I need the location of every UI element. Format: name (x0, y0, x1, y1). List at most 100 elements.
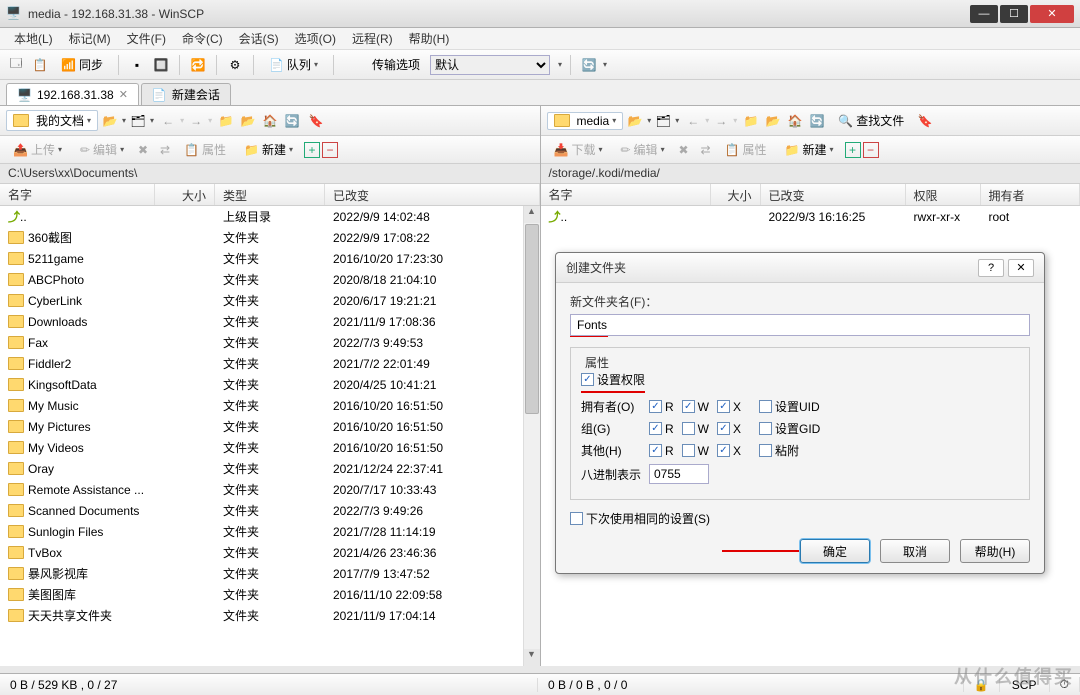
close-tab-icon[interactable]: ✕ (119, 88, 128, 101)
col-owner[interactable]: 拥有者 (981, 184, 1080, 205)
set-permissions-checkbox[interactable] (581, 373, 594, 386)
parent-dir-row[interactable]: ⤴ .. 上级目录 2022/9/9 14:02:48 (0, 206, 540, 227)
delete-icon[interactable]: ✖ (674, 140, 694, 160)
forward-icon[interactable]: → (186, 111, 206, 131)
col-size[interactable]: 大小 (155, 184, 215, 205)
menu-file[interactable]: 文件(F) (119, 28, 174, 49)
home-folder-icon[interactable]: 📂 (238, 111, 258, 131)
rename-icon[interactable]: ⇄ (155, 140, 175, 160)
delete-icon[interactable]: ✖ (133, 140, 153, 160)
new-button[interactable]: 📁 新建 ▾ (778, 138, 841, 161)
new-session-icon[interactable]: 🗔 (6, 55, 26, 75)
file-row[interactable]: 美图图库文件夹2016/11/10 22:09:58 (0, 584, 540, 605)
terminal-icon[interactable]: ▪ (127, 55, 147, 75)
owner-r-checkbox[interactable] (649, 400, 662, 413)
sticky-checkbox[interactable] (759, 444, 772, 457)
group-x-checkbox[interactable] (717, 422, 730, 435)
bookmark-icon[interactable]: 🔖 (306, 111, 326, 131)
props-button[interactable]: 📋 属性 (177, 138, 233, 161)
upload-button[interactable]: 📤 上传 ▾ (6, 138, 69, 161)
up-dir-icon[interactable]: 📂 (625, 111, 645, 131)
setuid-checkbox[interactable] (759, 400, 772, 413)
reuse-settings-checkbox[interactable] (570, 512, 583, 525)
menu-remote[interactable]: 远程(R) (344, 28, 401, 49)
sync-browse-icon[interactable]: 🔁 (188, 55, 208, 75)
file-row[interactable]: Fax文件夹2022/7/3 9:49:53 (0, 332, 540, 353)
menu-local[interactable]: 本地(L) (6, 28, 61, 49)
plus-icon[interactable]: + (304, 142, 320, 158)
bookmark-icon[interactable]: 🔖 (915, 111, 935, 131)
group-r-checkbox[interactable] (649, 422, 662, 435)
parent-dir-row[interactable]: ⤴ .. 2022/9/3 16:16:25 rwxr-xr-x root (541, 206, 1080, 227)
owner-w-checkbox[interactable] (682, 400, 695, 413)
settings-icon[interactable]: ⚙ (225, 55, 245, 75)
file-row[interactable]: 360截图文件夹2022/9/9 17:08:22 (0, 227, 540, 248)
edit-button[interactable]: ✏ 编辑 ▾ (613, 138, 671, 161)
refresh-icon[interactable]: 🔄 (579, 55, 599, 75)
sites-icon[interactable]: 📋 (30, 55, 50, 75)
find-button[interactable]: 🔍 查找文件 (831, 109, 911, 132)
file-row[interactable]: Scanned Documents文件夹2022/7/3 9:49:26 (0, 500, 540, 521)
session-tab-active[interactable]: 🖥️ 192.168.31.38 ✕ (6, 83, 139, 105)
menu-help[interactable]: 帮助(H) (401, 28, 458, 49)
left-scrollbar[interactable]: ▲ ▼ (523, 206, 540, 666)
edit-button[interactable]: ✏ 编辑 ▾ (73, 138, 131, 161)
minimize-button[interactable]: — (970, 5, 998, 23)
scroll-down-arrow[interactable]: ▼ (524, 649, 540, 666)
queue-button[interactable]: 📄 队列 ▾ (262, 53, 325, 76)
transfer-preset-select[interactable]: 默认 (430, 55, 550, 75)
filter-icon[interactable]: 🗂 (128, 111, 148, 131)
up-dir-icon[interactable]: 📂 (100, 111, 120, 131)
refresh-left-icon[interactable]: 🔄 (282, 111, 302, 131)
left-location[interactable]: 我的文档 ▾ (6, 110, 98, 131)
file-row[interactable]: Fiddler2文件夹2021/7/2 22:01:49 (0, 353, 540, 374)
setgid-checkbox[interactable] (759, 422, 772, 435)
menu-session[interactable]: 会话(S) (231, 28, 287, 49)
menu-command[interactable]: 命令(C) (174, 28, 231, 49)
left-file-list[interactable]: ⤴ .. 上级目录 2022/9/9 14:02:48 360截图文件夹2022… (0, 206, 540, 666)
home-icon[interactable]: 🏠 (785, 111, 805, 131)
sync-button[interactable]: 📶 同步 (54, 53, 110, 76)
right-location[interactable]: media ▾ (547, 112, 624, 130)
open-folder-icon[interactable]: 📁 (741, 111, 761, 131)
ok-button[interactable]: 确定 (800, 539, 870, 563)
maximize-button[interactable]: ☐ (1000, 5, 1028, 23)
help-button[interactable]: 帮助(H) (960, 539, 1030, 563)
scroll-up-arrow[interactable]: ▲ (524, 206, 540, 223)
col-size[interactable]: 大小 (711, 184, 761, 205)
minus-icon[interactable]: − (863, 142, 879, 158)
file-row[interactable]: My Videos文件夹2016/10/20 16:51:50 (0, 437, 540, 458)
file-row[interactable]: Downloads文件夹2021/11/9 17:08:36 (0, 311, 540, 332)
compare-icon[interactable]: 🔲 (151, 55, 171, 75)
cancel-button[interactable]: 取消 (880, 539, 950, 563)
col-date[interactable]: 已改变 (761, 184, 906, 205)
col-name[interactable]: 名字 (0, 184, 155, 205)
file-row[interactable]: 天天共享文件夹文件夹2021/11/9 17:04:14 (0, 605, 540, 626)
scroll-thumb[interactable] (525, 224, 539, 414)
home-icon[interactable]: 🏠 (260, 111, 280, 131)
file-row[interactable]: Sunlogin Files文件夹2021/7/28 11:14:19 (0, 521, 540, 542)
menu-mark[interactable]: 标记(M) (61, 28, 119, 49)
plus-icon[interactable]: + (845, 142, 861, 158)
refresh-right-icon[interactable]: 🔄 (807, 111, 827, 131)
file-row[interactable]: My Pictures文件夹2016/10/20 16:51:50 (0, 416, 540, 437)
minus-icon[interactable]: − (322, 142, 338, 158)
col-perm[interactable]: 权限 (906, 184, 981, 205)
others-w-checkbox[interactable] (682, 444, 695, 457)
rename-icon[interactable]: ⇄ (696, 140, 716, 160)
col-name[interactable]: 名字 (541, 184, 711, 205)
file-row[interactable]: Oray文件夹2021/12/24 22:37:41 (0, 458, 540, 479)
file-row[interactable]: TvBox文件夹2021/4/26 23:46:36 (0, 542, 540, 563)
file-row[interactable]: Remote Assistance ...文件夹2020/7/17 10:33:… (0, 479, 540, 500)
back-icon[interactable]: ← (158, 111, 178, 131)
col-date[interactable]: 已改变 (325, 184, 540, 205)
home-folder-icon[interactable]: 📂 (763, 111, 783, 131)
new-session-tab[interactable]: 📄 新建会话 (141, 83, 231, 105)
filter-icon[interactable]: 🗂 (653, 111, 673, 131)
col-type[interactable]: 类型 (215, 184, 325, 205)
others-r-checkbox[interactable] (649, 444, 662, 457)
file-row[interactable]: CyberLink文件夹2020/6/17 19:21:21 (0, 290, 540, 311)
owner-x-checkbox[interactable] (717, 400, 730, 413)
new-button[interactable]: 📁 新建 ▾ (237, 138, 300, 161)
dialog-help-button[interactable]: ? (978, 259, 1004, 277)
